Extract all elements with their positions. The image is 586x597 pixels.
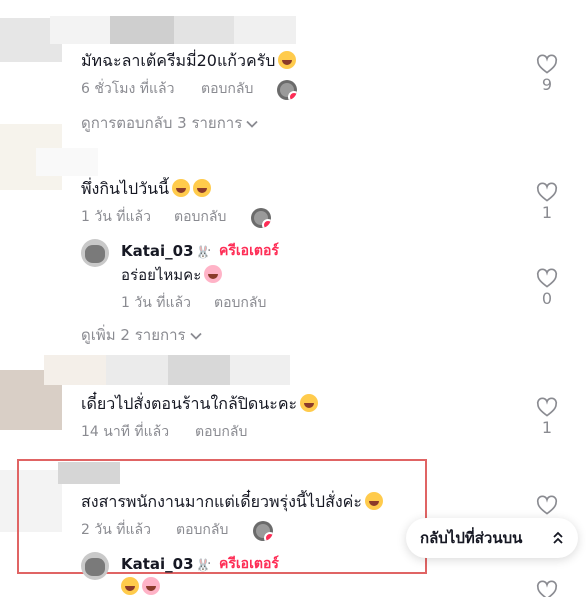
emoji-icon — [193, 179, 212, 197]
emoji-icon — [300, 394, 319, 412]
comment-time: 2 วัน ที่แล้ว — [81, 522, 151, 538]
comment-text: พึ่งกินไปวันนี้ — [81, 179, 212, 199]
avatar[interactable] — [81, 552, 109, 580]
reply-button[interactable]: ตอบกลับ — [195, 423, 247, 441]
heart-badge-icon — [264, 532, 273, 541]
heart-outline-icon[interactable] — [536, 397, 558, 417]
heart-badge-icon — [262, 219, 271, 228]
emoji-icon — [364, 492, 383, 510]
creator-liked-badge — [253, 521, 273, 541]
chevron-up-icon — [553, 531, 563, 544]
reply-button[interactable]: ตอบกลับ — [176, 521, 228, 539]
reply-button[interactable]: ตอบกลับ — [201, 80, 253, 98]
blurred-block — [168, 355, 230, 385]
like-column[interactable]: 1 — [530, 182, 564, 222]
reply-text: อร่อยไหมคะ — [121, 265, 223, 285]
chevron-down-icon — [246, 120, 258, 128]
reply-button[interactable]: ตอบกลับ — [214, 294, 266, 312]
emoji-icon — [121, 577, 139, 595]
reply-time: 1 วัน ที่แล้ว — [121, 295, 191, 311]
reply-emoji-row — [121, 577, 160, 596]
comment-time: 6 ชั่วโมง ที่แล้ว — [81, 81, 175, 97]
heart-outline-icon[interactable] — [536, 54, 558, 74]
like-column[interactable]: 9 — [530, 54, 564, 94]
separator-dot: · — [207, 556, 212, 572]
heart-badge-icon — [288, 91, 297, 100]
view-replies-button[interactable]: ดูการตอบกลับ 3 รายการ — [81, 114, 258, 132]
comment-time: 14 นาที ที่แล้ว — [81, 424, 170, 440]
emoji-icon — [278, 51, 297, 69]
comment-text: สงสารพนักงานมากแต่เดี๋ยวพรุ่งนี้ไปสั่งค่… — [81, 492, 383, 512]
emoji-icon — [142, 577, 160, 595]
like-column[interactable]: 1 — [530, 397, 564, 437]
blurred-block — [110, 16, 174, 44]
separator-dot: · — [207, 243, 212, 259]
like-count: 1 — [541, 203, 553, 222]
reply-button[interactable]: ตอบกลับ — [174, 208, 226, 226]
reply-username[interactable]: Katai_03 🐰 — [121, 242, 211, 261]
blurred-block — [36, 148, 98, 176]
creator-liked-badge — [251, 208, 271, 228]
blurred-block — [230, 355, 290, 385]
chevron-down-icon — [189, 332, 202, 340]
like-column[interactable]: 0 — [530, 268, 564, 308]
creator-liked-badge — [277, 80, 297, 100]
like-column[interactable] — [530, 495, 564, 515]
comment-time: 1 วัน ที่แล้ว — [81, 209, 151, 225]
heart-outline-icon[interactable] — [536, 495, 558, 515]
reply-username[interactable]: Katai_03 🐰 — [121, 555, 211, 574]
heart-outline-icon[interactable] — [536, 580, 558, 597]
like-column[interactable] — [530, 580, 564, 597]
like-count: 1 — [541, 418, 553, 437]
creator-badge: ครีเอเตอร์ — [219, 556, 279, 572]
like-count: 0 — [541, 289, 553, 308]
back-to-top-button[interactable]: กลับไปที่ส่วนบน — [406, 518, 578, 558]
like-count: 9 — [541, 75, 553, 94]
blurred-block — [234, 16, 296, 44]
blurred-block — [44, 355, 106, 385]
emoji-icon — [204, 265, 223, 283]
heart-outline-icon[interactable] — [536, 268, 558, 288]
comment-text: เดี๋ยวไปสั่งตอนร้านใกล้ปิดนะคะ — [81, 394, 319, 414]
back-to-top-label: กลับไปที่ส่วนบน — [420, 529, 523, 547]
avatar[interactable] — [81, 239, 109, 267]
blurred-block — [50, 16, 110, 44]
view-more-button[interactable]: ดูเพิ่ม 2 รายการ — [81, 326, 202, 344]
blurred-block — [174, 16, 234, 44]
heart-outline-icon[interactable] — [536, 182, 558, 202]
creator-badge: ครีเอเตอร์ — [219, 243, 279, 259]
emoji-icon — [172, 179, 191, 197]
comment-text: มัทฉะลาเต้ครีมมี่20แก้วครับ — [81, 51, 297, 71]
blurred-block — [106, 355, 168, 385]
